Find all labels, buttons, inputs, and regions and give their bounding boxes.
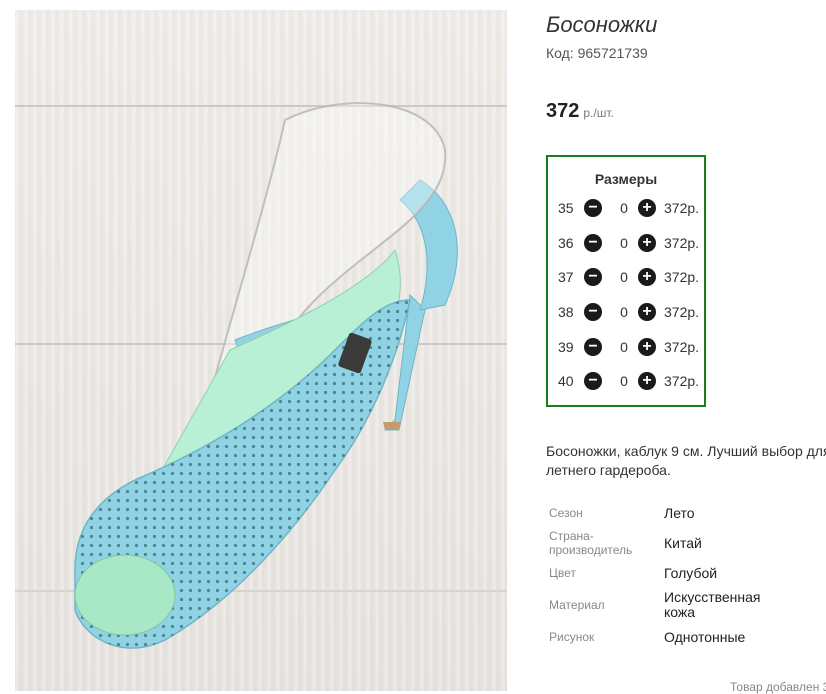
decrease-quantity-button[interactable]: − — [584, 338, 602, 356]
quantity-value: 0 — [620, 269, 628, 285]
sizes-title: Размеры — [594, 171, 658, 187]
size-label: 35 — [558, 200, 574, 216]
quantity-value: 0 — [620, 373, 628, 389]
size-row: 36 − 0 + 372р. — [558, 233, 700, 253]
attr-label-season: Сезон — [549, 506, 583, 520]
attr-label-color: Цвет — [549, 566, 576, 580]
quantity-value: 0 — [620, 200, 628, 216]
size-price: 372р. — [664, 200, 700, 216]
size-price: 372р. — [664, 304, 700, 320]
size-label: 37 — [558, 269, 574, 285]
size-label: 38 — [558, 304, 574, 320]
size-row: 37 − 0 + 372р. — [558, 267, 700, 287]
attr-value-material: Искусственная кожа — [664, 589, 761, 620]
quantity-value: 0 — [620, 304, 628, 320]
quantity-value: 0 — [620, 235, 628, 251]
attr-value-season: Лето — [664, 505, 695, 521]
size-row: 39 − 0 + 372р. — [558, 337, 700, 357]
size-row: 38 − 0 + 372р. — [558, 302, 700, 322]
attr-value-pattern: Однотонные — [664, 629, 746, 645]
added-date-note: Товар добавлен 3 — [730, 680, 826, 694]
product-title: Босоножки — [546, 12, 658, 37]
increase-quantity-button[interactable]: + — [638, 372, 656, 390]
product-price: 372 р./шт. — [546, 100, 614, 123]
product-description: Босоножки, каблук 9 см. Лучший выбор для… — [546, 443, 826, 478]
attr-value-country: Китай — [664, 535, 702, 551]
size-price: 372р. — [664, 339, 700, 355]
sandal-illustration — [74, 102, 458, 649]
increase-quantity-button[interactable]: + — [638, 199, 656, 217]
size-row: 40 − 0 + 372р. — [558, 371, 700, 391]
increase-quantity-button[interactable]: + — [638, 303, 656, 321]
price-value: 372 — [546, 100, 580, 122]
size-row: 35 − 0 + 372р. — [558, 198, 700, 218]
size-price: 372р. — [664, 235, 700, 251]
increase-quantity-button[interactable]: + — [638, 268, 656, 286]
attr-label-pattern: Рисунок — [549, 630, 595, 644]
decrease-quantity-button[interactable]: − — [584, 199, 602, 217]
size-price: 372р. — [664, 373, 700, 389]
product-code: Код: 965721739 — [546, 45, 648, 61]
attr-label-country: Страна- производитель — [549, 529, 633, 557]
product-image[interactable] — [15, 10, 507, 691]
price-unit: р./шт. — [583, 106, 614, 120]
decrease-quantity-button[interactable]: − — [584, 268, 602, 286]
size-price: 372р. — [664, 269, 700, 285]
attr-value-color: Голубой — [664, 565, 718, 581]
decrease-quantity-button[interactable]: − — [584, 234, 602, 252]
increase-quantity-button[interactable]: + — [638, 234, 656, 252]
size-label: 40 — [558, 373, 574, 389]
size-label: 36 — [558, 235, 574, 251]
decrease-quantity-button[interactable]: − — [584, 372, 602, 390]
size-label: 39 — [558, 339, 574, 355]
increase-quantity-button[interactable]: + — [638, 338, 656, 356]
decrease-quantity-button[interactable]: − — [584, 303, 602, 321]
sizes-panel: Размеры 35 − 0 + 372р. 36 − 0 + 372р. 37… — [546, 155, 706, 407]
attr-label-material: Материал — [549, 598, 605, 612]
quantity-value: 0 — [620, 339, 628, 355]
